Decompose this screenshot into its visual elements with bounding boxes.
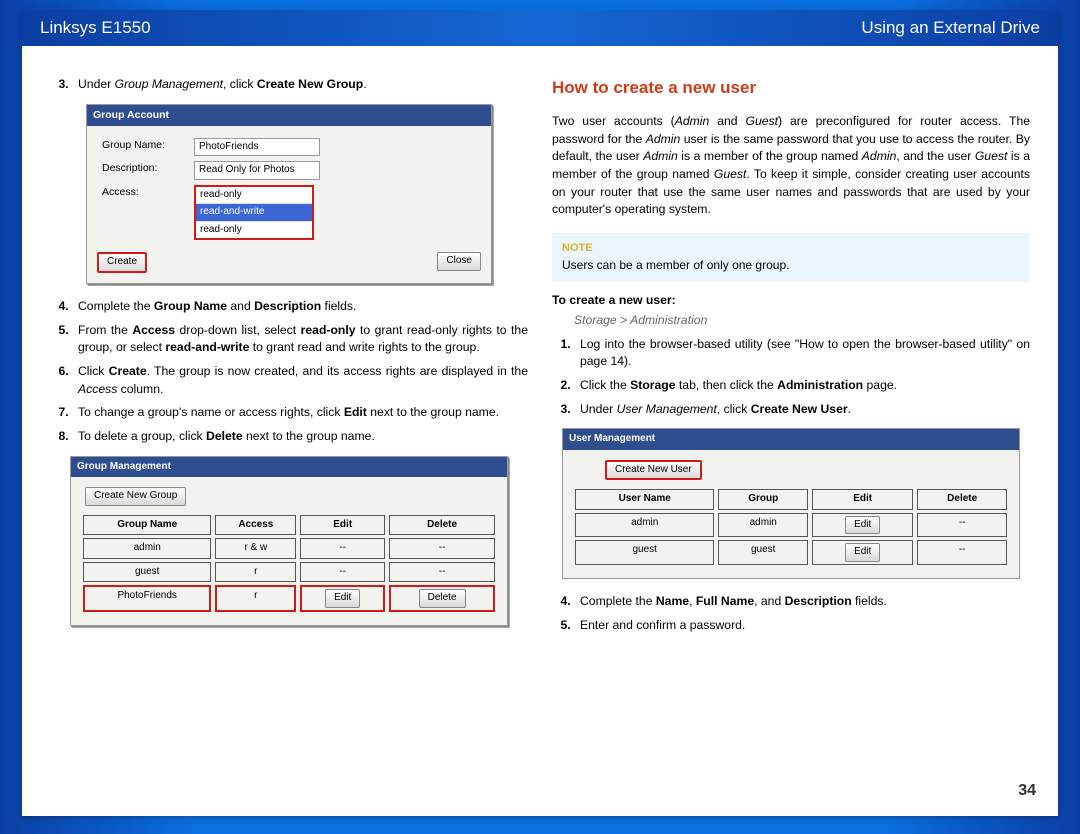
left-steps-b: Complete the Group Name and Description … — [50, 298, 528, 446]
group-account-fields: Group Name: PhotoFriends Description: Read … — [97, 134, 325, 245]
table-row: adminr & w---- — [83, 538, 495, 559]
step-item: Complete the Group Name and Description … — [72, 298, 528, 316]
field-label: Access: — [101, 184, 189, 242]
field-label: Group Name: — [101, 137, 189, 158]
header-left: Linksys E1550 — [40, 18, 151, 38]
step-item: Enter and confirm a password. — [574, 617, 1030, 635]
table-header: Delete — [389, 515, 495, 536]
user-management-table: User NameGroupEditDeleteadminadminEdit--… — [571, 486, 1011, 568]
intro-paragraph: Two user accounts (Admin and Guest) are … — [552, 113, 1030, 219]
step-item: Log into the browser-based utility (see … — [574, 336, 1030, 371]
table-header: Access — [215, 515, 296, 536]
page-number: 34 — [22, 774, 1058, 816]
header-right: Using an External Drive — [861, 18, 1040, 38]
breadcrumb: Storage > Administration — [552, 312, 1030, 330]
group-account-title: Group Account — [87, 105, 491, 126]
note-box: Note Users can be a member of only one g… — [552, 233, 1030, 282]
step-item: Under Group Management, click Create New… — [72, 76, 528, 94]
create-new-group-button[interactable]: Create New Group — [85, 487, 186, 506]
edit-button[interactable]: Edit — [325, 589, 360, 608]
table-row: PhotoFriendsrEditDelete — [83, 585, 495, 612]
field-value[interactable]: Read Only for Photos — [194, 161, 320, 180]
step-item: From the Access drop-down list, select r… — [72, 322, 528, 357]
step-item: Complete the Name, Full Name, and Descri… — [574, 593, 1030, 611]
table-header: Group Name — [83, 515, 211, 536]
table-header: Group — [718, 489, 808, 510]
delete-button[interactable]: Delete — [419, 589, 466, 608]
right-column: How to create a new user Two user accoun… — [552, 76, 1030, 762]
group-management-table: Group NameAccessEditDeleteadminr & w----… — [79, 512, 499, 615]
step-item: Under User Management, click Create New … — [574, 401, 1030, 419]
right-steps: Log into the browser-based utility (see … — [552, 336, 1030, 419]
page-background: Linksys E1550 Using an External Drive Un… — [0, 0, 1080, 834]
document-page: Linksys E1550 Using an External Drive Un… — [22, 10, 1058, 816]
user-management-panel: User Management Create New User User Nam… — [562, 428, 1020, 579]
table-header: Edit — [812, 489, 913, 510]
note-text: Users can be a member of only one group. — [562, 257, 1020, 274]
table-header: Delete — [917, 489, 1007, 510]
user-management-title: User Management — [563, 429, 1019, 450]
step-item: To delete a group, click Delete next to … — [72, 428, 528, 446]
edit-button[interactable]: Edit — [845, 543, 880, 562]
left-steps-a: Under Group Management, click Create New… — [50, 76, 528, 94]
table-row: guestguestEdit-- — [575, 540, 1007, 565]
step-item: Click the Storage tab, then click the Ad… — [574, 377, 1030, 395]
group-management-panel: Group Management Create New Group Group … — [70, 456, 508, 626]
table-header: User Name — [575, 489, 714, 510]
right-steps-2: Complete the Name, Full Name, and Descri… — [552, 593, 1030, 634]
note-label: Note — [562, 241, 1020, 257]
field-value[interactable]: PhotoFriends — [194, 138, 320, 157]
subheading: To create a new user: — [552, 292, 1030, 310]
left-column: Under Group Management, click Create New… — [50, 76, 528, 762]
section-heading: How to create a new user — [552, 76, 1030, 101]
step-item: Click Create. The group is now created, … — [72, 363, 528, 398]
close-button[interactable]: Close — [437, 252, 481, 271]
access-select[interactable]: read-onlyread-and-writeread-only — [194, 185, 314, 241]
create-new-user-button[interactable]: Create New User — [605, 460, 702, 481]
table-row: guestr---- — [83, 562, 495, 583]
edit-button[interactable]: Edit — [845, 516, 880, 535]
field-label: Description: — [101, 160, 189, 181]
page-header: Linksys E1550 Using an External Drive — [22, 10, 1058, 46]
step-item: To change a group's name or access right… — [72, 404, 528, 422]
group-account-panel: Group Account Group Name: PhotoFriends Des… — [86, 104, 492, 284]
group-management-title: Group Management — [71, 457, 507, 478]
page-content: Under Group Management, click Create New… — [22, 46, 1058, 774]
table-row: adminadminEdit-- — [575, 513, 1007, 538]
create-button[interactable]: Create — [97, 252, 147, 273]
table-header: Edit — [300, 515, 385, 536]
